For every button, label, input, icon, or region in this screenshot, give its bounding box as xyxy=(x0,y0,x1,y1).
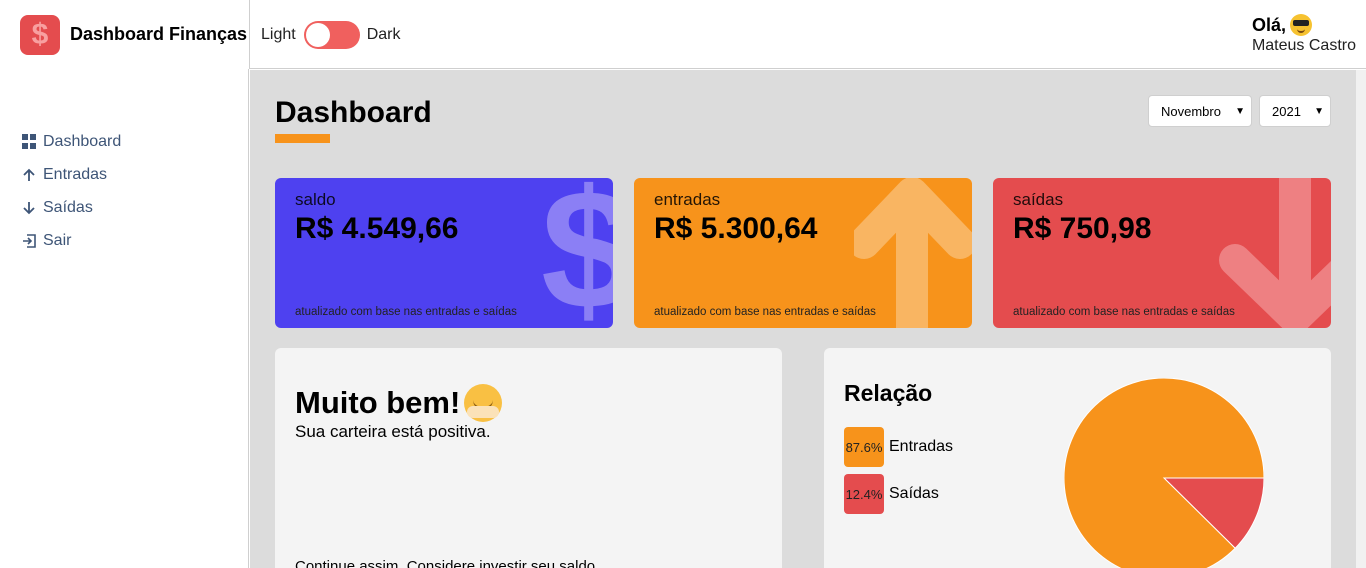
main-content: Dashboard Novembro ▼ 2021 ▼ $ saldo R$ 4… xyxy=(250,70,1356,568)
message-panel: Muito bem! Sua carteira está positiva. C… xyxy=(275,348,782,568)
page-title: Dashboard xyxy=(275,96,432,129)
expense-card: saídas R$ 750,98 atualizado com base nas… xyxy=(993,178,1331,328)
title-underline xyxy=(275,134,330,143)
hugging-emoji-icon xyxy=(464,384,503,422)
app-title: Dashboard Finanças xyxy=(70,24,248,44)
card-label: entradas xyxy=(654,190,721,209)
theme-light-label: Light xyxy=(261,26,296,43)
sidebar-item-label: Sair xyxy=(43,231,72,249)
theme-toggle-group: Light Dark xyxy=(261,21,400,49)
card-label: saídas xyxy=(1013,190,1064,209)
month-select-value: Novembro xyxy=(1161,103,1221,119)
theme-dark-label: Dark xyxy=(366,26,401,43)
balance-card: $ saldo R$ 4.549,66 atualizado com base … xyxy=(275,178,613,328)
legend-item-saidas: 12.4% Saídas xyxy=(844,474,939,514)
relation-title: Relação xyxy=(844,380,933,406)
grid-icon xyxy=(21,134,37,150)
year-select-value: 2021 xyxy=(1272,103,1301,119)
legend-label: Saídas xyxy=(889,485,939,502)
legend-label: Entradas xyxy=(889,438,954,455)
card-note: atualizado com base nas entradas e saída… xyxy=(654,306,876,318)
arrow-up-icon xyxy=(21,167,37,183)
sidebar-menu: Dashboard Entradas Saídas Sair xyxy=(21,125,121,257)
card-value: R$ 750,98 xyxy=(1013,212,1152,245)
relation-panel: Relação 87.6% Entradas 12.4% Saídas xyxy=(824,348,1331,568)
relation-pie-chart xyxy=(1064,378,1264,568)
arrow-down-icon xyxy=(21,200,37,216)
chevron-down-icon: ▼ xyxy=(1235,105,1245,117)
sidebar-item-label: Saídas xyxy=(43,198,93,216)
sidebar-item-entradas[interactable]: Entradas xyxy=(21,158,121,191)
legend-box: 12.4% xyxy=(844,474,884,514)
card-note: atualizado com base nas entradas e saída… xyxy=(1013,306,1235,318)
message-subtitle: Sua carteira está positiva. xyxy=(295,422,491,441)
sidebar-item-sair[interactable]: Sair xyxy=(21,224,121,257)
card-label: saldo xyxy=(295,190,336,209)
card-value: R$ 4.549,66 xyxy=(295,212,459,245)
top-header: Light Dark Olá, Mateus Castro xyxy=(249,0,1366,69)
sidebar-item-label: Entradas xyxy=(43,165,108,183)
card-value: R$ 5.300,64 xyxy=(654,212,818,245)
sidebar: Dashboard Entradas Saídas Sair xyxy=(0,69,249,568)
greeting: Olá, xyxy=(1252,14,1356,36)
message-footer: Continue assim. Considere investir seu s… xyxy=(295,558,600,568)
message-title-text: Muito bem! xyxy=(295,385,461,420)
sidebar-item-label: Dashboard xyxy=(43,132,122,150)
logout-icon xyxy=(21,233,37,249)
dollar-logo-icon: $ xyxy=(20,14,60,55)
sidebar-item-dashboard[interactable]: Dashboard xyxy=(21,125,121,158)
year-select[interactable]: 2021 ▼ xyxy=(1259,95,1331,127)
user-profile: Olá, Mateus Castro xyxy=(1252,14,1356,55)
legend-item-entradas: 87.6% Entradas xyxy=(844,427,953,467)
sidebar-item-saidas[interactable]: Saídas xyxy=(21,191,121,224)
greeting-text: Olá, xyxy=(1251,14,1286,35)
scrollbar[interactable] xyxy=(1356,70,1366,568)
chevron-down-icon: ▼ xyxy=(1314,105,1324,117)
month-select[interactable]: Novembro ▼ xyxy=(1148,95,1252,127)
income-card: entradas R$ 5.300,64 atualizado com base… xyxy=(634,178,972,328)
card-note: atualizado com base nas entradas e saída… xyxy=(295,306,517,318)
message-title: Muito bem! xyxy=(295,384,503,422)
user-name: Mateus Castro xyxy=(1251,37,1356,54)
theme-toggle[interactable] xyxy=(303,21,360,49)
sunglasses-emoji-icon xyxy=(1289,14,1312,36)
brand: $ Dashboard Finanças xyxy=(0,0,249,69)
legend-box: 87.6% xyxy=(844,427,884,467)
toggle-knob xyxy=(305,23,330,47)
